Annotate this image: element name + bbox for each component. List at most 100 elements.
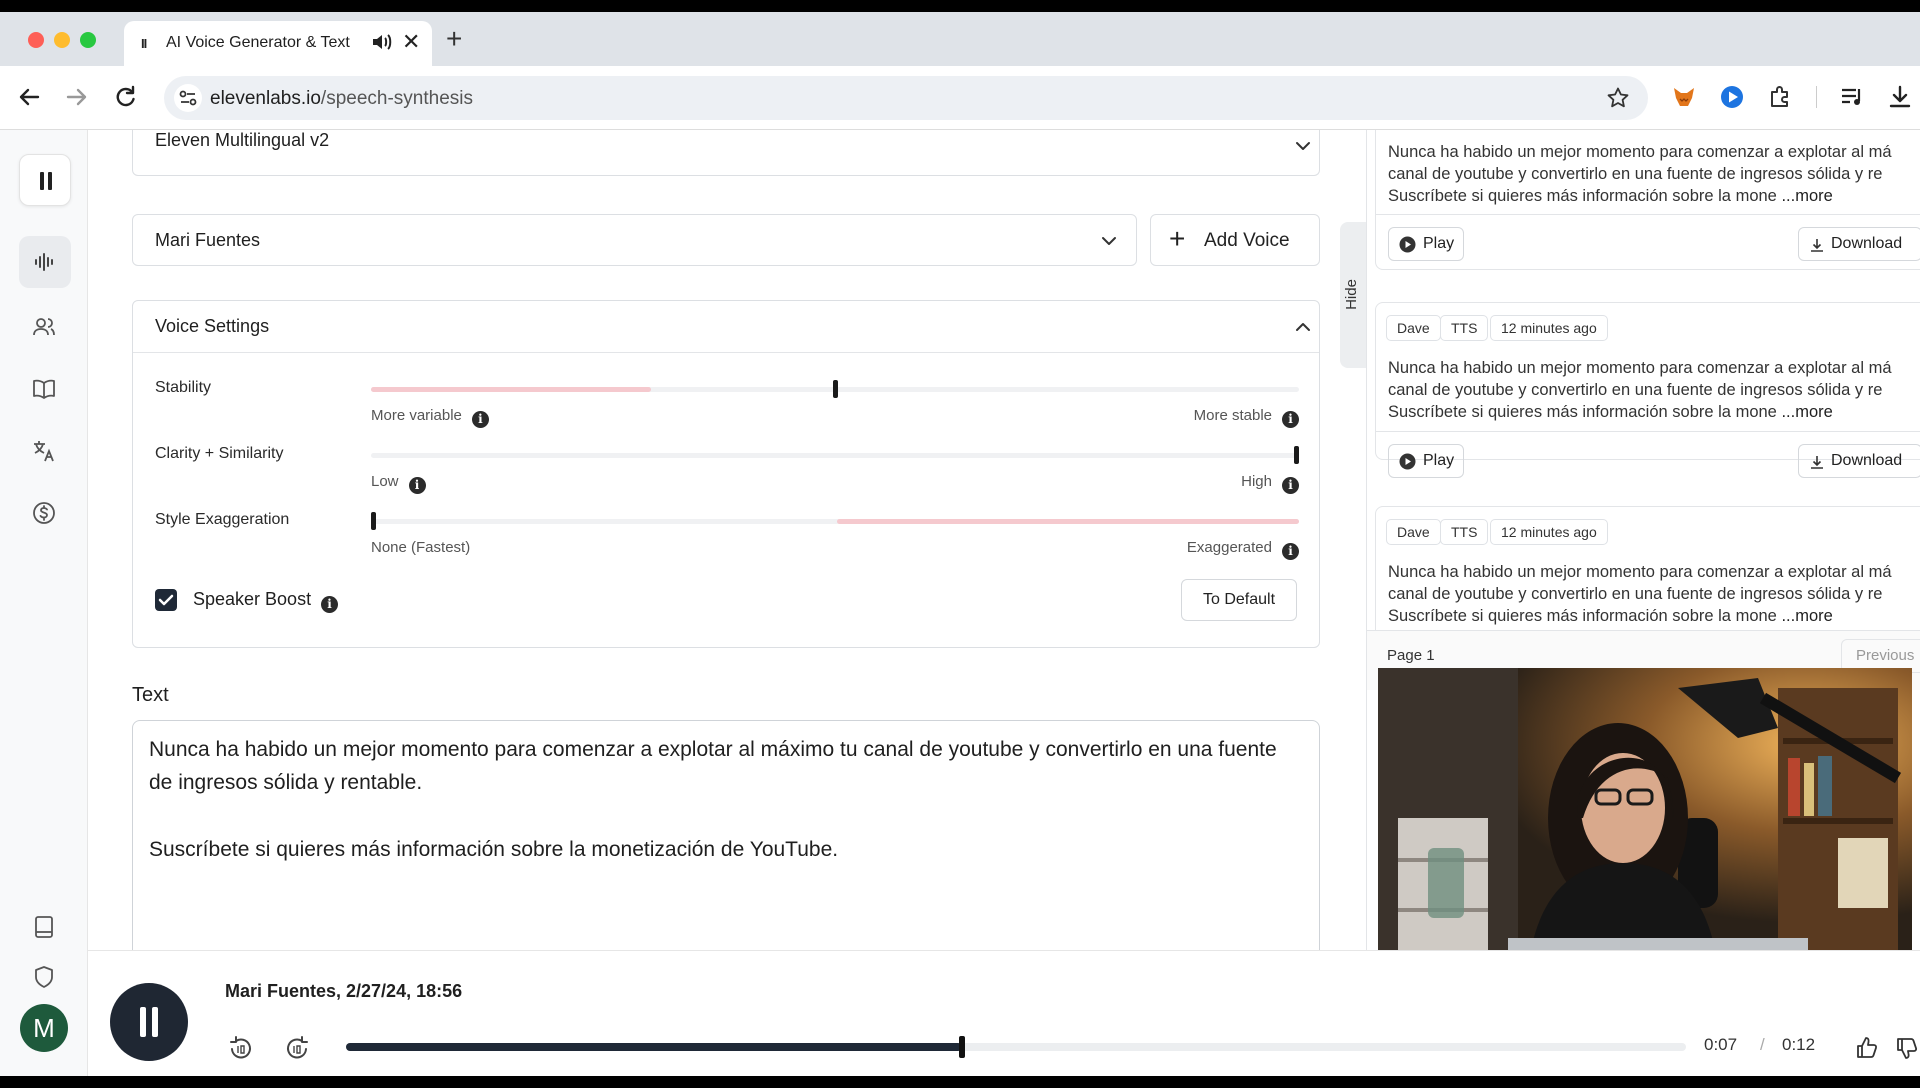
play-extension-icon[interactable]: [1718, 83, 1746, 111]
text-section-label: Text: [132, 684, 169, 706]
info-icon[interactable]: i: [1282, 543, 1299, 560]
history-actions: Play Download: [1376, 214, 1920, 272]
rewind-10-icon[interactable]: [228, 1035, 254, 1061]
close-tab-icon[interactable]: ✕: [402, 29, 420, 55]
time-separator: /: [1760, 1035, 1765, 1054]
docs-icon[interactable]: [31, 914, 57, 940]
address-bar[interactable]: elevenlabs.io/speech-synthesis: [164, 76, 1648, 120]
download-button[interactable]: Download: [1798, 444, 1920, 478]
history-user-chip: Dave: [1386, 519, 1441, 545]
speaker-boost-label: Speaker Boost i: [193, 589, 339, 613]
current-time: 0:07: [1704, 1035, 1738, 1054]
model-select[interactable]: Eleven Multilingual v2: [132, 130, 1320, 176]
hide-history-handle[interactable]: Hide: [1340, 222, 1368, 368]
thumbs-down-icon[interactable]: [1894, 1035, 1920, 1061]
close-window-button[interactable]: [28, 32, 44, 48]
style-exaggeration-fill: [837, 519, 1299, 524]
dubbing-translate-icon[interactable]: [31, 438, 57, 464]
stability-slider[interactable]: [371, 380, 1299, 398]
history-text-line: Nunca ha habido un mejor momento para co…: [1388, 563, 1892, 581]
minimize-window-button[interactable]: [54, 32, 70, 48]
new-tab-button[interactable]: +: [446, 25, 462, 53]
rail-speech-synthesis[interactable]: [19, 236, 71, 288]
history-time-chip: 12 minutes ago: [1490, 519, 1608, 545]
media-control-icon[interactable]: [1838, 83, 1866, 111]
info-icon[interactable]: i: [471, 411, 489, 428]
extensions-puzzle-icon[interactable]: [1766, 83, 1794, 111]
shield-icon[interactable]: [31, 964, 57, 990]
elevenlabs-page: M Eleven Multilingual v2 Mari Fuentes + …: [0, 130, 1920, 1076]
clarity-min-label: Low i: [371, 473, 426, 494]
thumbs-up-icon[interactable]: [1854, 1035, 1880, 1061]
history-item: Nunca ha habido un mejor momento para co…: [1375, 130, 1920, 270]
browser-window: II AI Voice Generator & Text ✕ + elevenl…: [0, 12, 1920, 1076]
clarity-label: Clarity + Similarity: [155, 445, 284, 462]
page-indicator: Page 1: [1387, 647, 1435, 664]
site-settings-icon[interactable]: [174, 84, 202, 112]
style-exaggeration-thumb[interactable]: [371, 512, 376, 530]
download-button[interactable]: Download: [1798, 227, 1920, 261]
forward-icon[interactable]: [62, 82, 92, 112]
user-avatar[interactable]: M: [20, 1004, 68, 1052]
webcam-overlay: [1378, 668, 1912, 968]
projects-book-icon[interactable]: [31, 376, 57, 402]
more-link[interactable]: ...more: [1781, 607, 1832, 625]
more-link[interactable]: ...more: [1781, 187, 1832, 205]
voice-settings-header[interactable]: Voice Settings: [133, 301, 1319, 353]
chevron-up-icon: [1296, 323, 1310, 331]
history-item: Dave TTS 12 minutes ago Nunca ha habido …: [1375, 302, 1920, 478]
chevron-down-icon: [1102, 237, 1116, 245]
browser-toolbar: elevenlabs.io/speech-synthesis: [0, 66, 1920, 130]
maximize-window-button[interactable]: [80, 32, 96, 48]
chevron-down-icon: [1296, 142, 1310, 150]
history-time-chip: 12 minutes ago: [1490, 315, 1608, 341]
playback-scrubber[interactable]: [959, 1036, 966, 1058]
play-button[interactable]: Play: [1388, 444, 1464, 478]
voice-select[interactable]: Mari Fuentes: [132, 214, 1137, 266]
voice-settings-panel: Voice Settings Stability More variable i …: [132, 300, 1320, 648]
url-text: elevenlabs.io/speech-synthesis: [210, 88, 473, 109]
text-input-area[interactable]: Nunca ha habido un mejor momento para co…: [132, 720, 1320, 960]
playback-progress-bar[interactable]: [346, 1036, 1686, 1058]
history-user-chip: Dave: [1386, 315, 1441, 341]
player-pause-button[interactable]: [110, 983, 188, 1061]
model-select-value: Eleven Multilingual v2: [155, 130, 330, 150]
history-actions: Play Download: [1376, 431, 1920, 489]
voices-users-icon[interactable]: [31, 314, 57, 340]
info-icon[interactable]: i: [1282, 411, 1299, 428]
left-nav-rail: M: [0, 130, 88, 1076]
download-icon[interactable]: [1886, 83, 1914, 111]
active-tab[interactable]: II AI Voice Generator & Text ✕: [124, 21, 432, 66]
history-text-line: canal de youtube y convertirlo en una fu…: [1388, 381, 1883, 399]
stability-thumb[interactable]: [833, 380, 838, 398]
add-voice-button[interactable]: + Add Voice: [1150, 214, 1320, 266]
dollar-icon[interactable]: [31, 500, 57, 526]
history-text-line: Suscríbete si quieres más información so…: [1388, 403, 1833, 421]
info-icon[interactable]: i: [1282, 477, 1299, 494]
forward-10-icon[interactable]: [284, 1035, 310, 1061]
clarity-thumb[interactable]: [1294, 446, 1299, 464]
presenter-video-frame: [1378, 668, 1912, 968]
to-default-button[interactable]: To Default: [1181, 579, 1297, 621]
play-icon: [1399, 236, 1416, 253]
speaker-boost-checkbox[interactable]: [155, 589, 177, 611]
history-text-line: canal de youtube y convertirlo en una fu…: [1388, 165, 1883, 183]
rail-pause-button[interactable]: [19, 154, 71, 206]
back-icon[interactable]: [14, 82, 44, 112]
clarity-slider[interactable]: [371, 446, 1299, 464]
style-exaggeration-slider[interactable]: [371, 512, 1299, 530]
speaker-icon[interactable]: [370, 30, 394, 54]
bookmark-star-icon[interactable]: [1606, 86, 1630, 110]
waveform-icon: [35, 253, 53, 271]
speech-synthesis-panel: Eleven Multilingual v2 Mari Fuentes + Ad…: [88, 130, 1366, 960]
player-track-title: Mari Fuentes, 2/27/24, 18:56: [225, 981, 463, 1001]
reload-icon[interactable]: [110, 82, 140, 112]
more-link[interactable]: ...more: [1781, 403, 1832, 421]
play-button[interactable]: Play: [1388, 227, 1464, 261]
info-icon[interactable]: i: [408, 477, 426, 494]
fox-extension-icon[interactable]: [1670, 83, 1698, 111]
info-icon[interactable]: i: [321, 596, 339, 613]
text-paragraph-1: Nunca ha habido un mejor momento para co…: [149, 738, 1277, 794]
history-text-line: canal de youtube y convertirlo en una fu…: [1388, 585, 1883, 603]
text-paragraph-2: Suscríbete si quieres más información so…: [149, 838, 839, 861]
